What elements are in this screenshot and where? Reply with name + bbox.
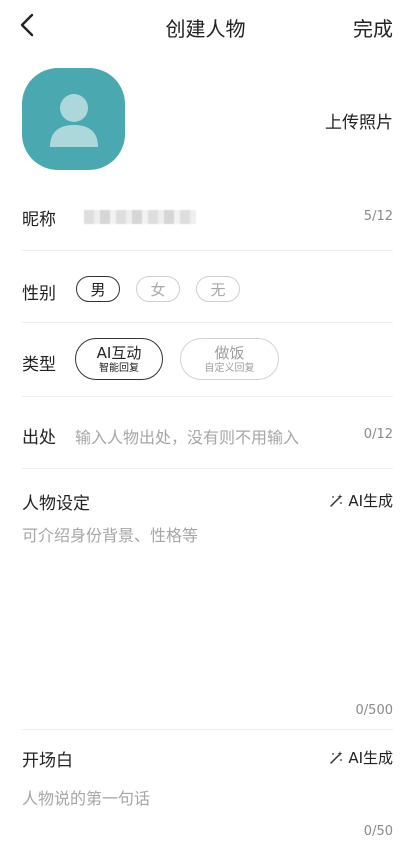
ai-generate-label: AI生成	[348, 492, 393, 510]
type-option-subtitle: 智能回复	[99, 362, 139, 374]
gender-option-male[interactable]: 男	[76, 276, 120, 302]
person-icon	[49, 94, 98, 147]
source-counter: 0/12	[363, 427, 393, 442]
type-option-subtitle: 自定义回复	[204, 362, 255, 374]
source-input[interactable]: 输入人物出处，没有则不用输入	[75, 424, 299, 448]
create-character-page: 创建人物 完成 上传照片 昵称 5/12 性别 男 女 无 类型 AI互动 智能…	[0, 0, 411, 864]
persona-label: 人物设定	[22, 494, 90, 514]
persona-counter: 0/500	[355, 703, 393, 718]
divider	[22, 396, 393, 397]
opening-section: 开场白 AI生成 人物说的第一句话 0/50	[22, 746, 393, 846]
gender-row: 性别 男 女 无	[22, 276, 393, 304]
divider	[22, 322, 393, 323]
source-label: 出处	[22, 428, 56, 448]
ai-generate-label: AI生成	[348, 749, 393, 767]
upload-photo-button[interactable]: 上传照片	[325, 108, 393, 133]
magic-wand-icon	[330, 750, 343, 764]
nickname-row[interactable]: 昵称 5/12	[22, 205, 393, 230]
divider	[22, 729, 393, 730]
magic-wand-icon	[330, 493, 343, 507]
gender-option-none[interactable]: 无	[196, 276, 240, 302]
persona-textarea[interactable]: 可介绍身份背景、性格等	[22, 522, 198, 546]
done-button[interactable]: 完成	[353, 13, 393, 42]
opening-counter: 0/50	[363, 824, 393, 839]
type-option-ai[interactable]: AI互动 智能回复	[75, 338, 163, 380]
type-option-title: 做饭	[214, 343, 245, 362]
type-label: 类型	[22, 355, 56, 375]
page-title: 创建人物	[165, 17, 246, 41]
gender-option-female[interactable]: 女	[136, 276, 180, 302]
nickname-input[interactable]	[84, 210, 196, 224]
divider	[22, 468, 393, 469]
divider	[22, 250, 393, 251]
type-option-custom[interactable]: 做饭 自定义回复	[180, 338, 279, 380]
avatar[interactable]	[22, 68, 125, 170]
opening-textarea[interactable]: 人物说的第一句话	[22, 785, 150, 809]
opening-label: 开场白	[22, 751, 73, 771]
type-row: 类型 AI互动 智能回复 做饭 自定义回复	[22, 338, 393, 382]
source-row[interactable]: 出处 输入人物出处，没有则不用输入 0/12	[22, 423, 393, 448]
nickname-counter: 5/12	[363, 209, 393, 224]
header: 创建人物 完成	[0, 0, 411, 52]
opening-ai-generate-button[interactable]: AI生成	[328, 747, 393, 768]
nickname-label: 昵称	[22, 210, 56, 230]
persona-ai-generate-button[interactable]: AI生成	[328, 490, 393, 511]
type-option-title: AI互动	[96, 343, 142, 362]
gender-label: 性别	[22, 284, 56, 304]
persona-section: 人物设定 AI生成 可介绍身份背景、性格等 0/500	[22, 489, 393, 719]
